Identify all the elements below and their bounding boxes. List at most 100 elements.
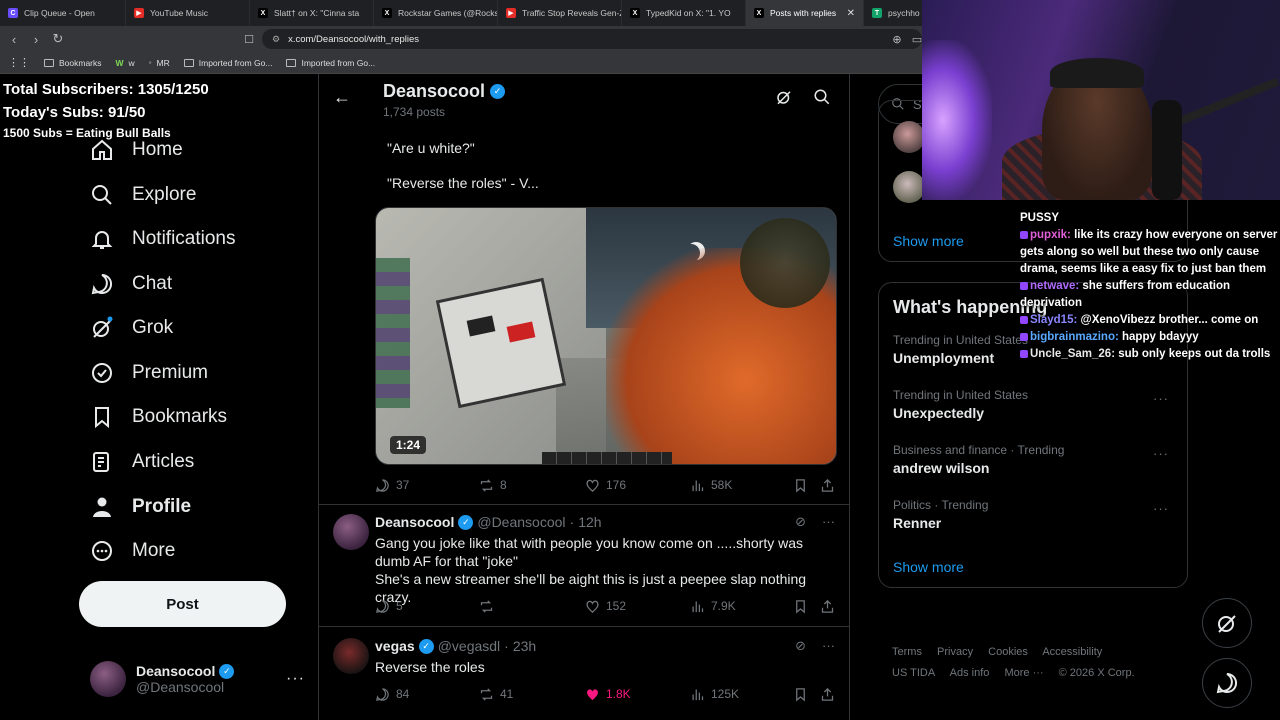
reply-button[interactable]: 37: [375, 478, 409, 493]
more-dots-icon[interactable]: ···: [1153, 391, 1169, 406]
repost-icon: [480, 478, 493, 492]
share-button[interactable]: [820, 599, 835, 614]
tab-rockstar[interactable]: X Rockstar Games (@Rocks: [374, 0, 498, 26]
show-more-link[interactable]: Show more: [893, 559, 964, 575]
views-button[interactable]: 58K: [690, 478, 732, 493]
show-more-link[interactable]: Show more: [893, 233, 964, 249]
views-button[interactable]: 125K: [690, 687, 739, 702]
footer-link[interactable]: Cookies: [988, 646, 1028, 658]
chat-fab-button[interactable]: [1202, 658, 1252, 708]
bookmark-bookmarks[interactable]: Bookmarks: [44, 58, 102, 68]
x-logo-icon: X: [258, 8, 268, 18]
bookmark-w[interactable]: Ww: [116, 58, 135, 68]
tweet-time[interactable]: 12h: [578, 514, 601, 530]
tab-psychho[interactable]: Tpsychho: [864, 0, 924, 26]
nav-bookmarks[interactable]: Bookmarks: [90, 399, 227, 435]
tab-clip-queue[interactable]: C Clip Queue - Open: [0, 0, 126, 26]
nav-premium[interactable]: Premium: [90, 355, 208, 391]
bookmark-mr[interactable]: ◦ MR: [149, 58, 170, 68]
share-button[interactable]: [820, 687, 835, 702]
bookmark-star-icon[interactable]: ☐: [238, 28, 260, 50]
tweet-video[interactable]: 1:24: [375, 207, 837, 465]
nav-notifications[interactable]: Notifications: [90, 221, 236, 257]
share-button[interactable]: [820, 478, 835, 493]
account-handle: @Deansocool: [136, 679, 225, 695]
grok-fab-button[interactable]: [1202, 598, 1252, 648]
repost-button[interactable]: [479, 599, 494, 614]
footer-link[interactable]: Ads info: [950, 667, 990, 679]
more-dots-icon[interactable]: ···: [1153, 501, 1169, 516]
more-dots-icon[interactable]: ···: [822, 514, 835, 530]
footer-link[interactable]: Privacy: [937, 646, 973, 658]
bookmark-imported-2[interactable]: Imported from Go...: [286, 58, 375, 68]
trend-item[interactable]: Politics · Trending Renner: [893, 498, 988, 531]
footer-link[interactable]: Terms: [892, 646, 922, 658]
nav-profile[interactable]: Profile: [90, 489, 191, 525]
sub-badge-icon: [1020, 230, 1028, 239]
tab-posts-with-replies[interactable]: X Posts with replies ✕: [746, 0, 864, 26]
nav-grok[interactable]: Grok: [90, 310, 173, 346]
more-dots-icon[interactable]: ···: [286, 670, 305, 688]
author-handle[interactable]: @Deansocool: [477, 514, 565, 530]
author-name[interactable]: vegas: [375, 638, 415, 654]
avatar[interactable]: [893, 121, 925, 153]
avatar[interactable]: [893, 171, 925, 203]
trend-item[interactable]: Trending in United States Unexpectedly: [893, 388, 1028, 421]
bookmark-button[interactable]: [793, 599, 808, 614]
account-switcher[interactable]: Deansocool ✓ @Deansocool ···: [90, 657, 305, 701]
avatar[interactable]: [333, 514, 369, 550]
forward-arrow-icon[interactable]: ›: [25, 28, 47, 50]
tab-youtube-music[interactable]: ▶ YouTube Music: [126, 0, 250, 26]
trend-item[interactable]: Trending in United States Unemployment: [893, 333, 1028, 366]
tab-slatt[interactable]: X Slatt† on X: "Cinna sta: [250, 0, 374, 26]
grok-icon[interactable]: [775, 88, 793, 106]
subscriber-goal-overlay: Total Subscribers: 1305/1250 Today's Sub…: [3, 78, 209, 142]
trend-item[interactable]: Business and finance · Trending andrew w…: [893, 443, 1064, 476]
bookmark-icon: [796, 478, 805, 492]
footer-link[interactable]: More ···: [1004, 667, 1043, 679]
close-tab-icon[interactable]: ✕: [847, 8, 855, 19]
like-button[interactable]: 1.8K: [585, 687, 631, 702]
tab-traffic-stop[interactable]: ▶ Traffic Stop Reveals Gen-Z: [498, 0, 622, 26]
footer-link[interactable]: Accessibility: [1042, 646, 1102, 658]
zoom-icon[interactable]: ⊕: [886, 28, 908, 50]
nav-articles[interactable]: Articles: [90, 444, 194, 480]
repost-button[interactable]: 41: [479, 687, 513, 702]
repost-icon: [480, 687, 493, 701]
tab-typedkid[interactable]: X TypedKid on X: "1. YO: [622, 0, 746, 26]
post-button[interactable]: Post: [79, 581, 286, 627]
chat-bubble-icon: [1216, 672, 1238, 694]
author-handle[interactable]: @vegasdl: [438, 638, 500, 654]
url-input[interactable]: ⚙ x.com/Deansocool/with_replies: [262, 29, 922, 49]
tweet-time[interactable]: 23h: [513, 638, 536, 654]
nav-more[interactable]: More: [90, 533, 175, 569]
nav-explore[interactable]: Explore: [90, 177, 196, 213]
folder-icon: [44, 58, 54, 67]
bookmark-button[interactable]: [793, 687, 808, 702]
back-arrow-icon[interactable]: ‹: [3, 28, 25, 50]
more-dots-icon[interactable]: ···: [822, 638, 835, 654]
apps-grid-icon[interactable]: ⋮⋮: [8, 56, 30, 69]
like-button[interactable]: 152: [585, 599, 626, 614]
more-dots-icon[interactable]: ···: [1153, 446, 1169, 461]
views-button[interactable]: 7.9K: [690, 599, 736, 614]
footer-link[interactable]: US TIDA: [892, 667, 935, 679]
reload-icon[interactable]: ↻: [47, 28, 69, 50]
back-arrow-icon[interactable]: ←: [333, 87, 351, 108]
nav-chat[interactable]: Chat: [90, 266, 172, 302]
bookmark-imported-1[interactable]: Imported from Go...: [183, 58, 272, 68]
grok-icon[interactable]: ⊘: [795, 514, 806, 530]
bookmark-button[interactable]: [793, 478, 808, 493]
search-icon[interactable]: [813, 88, 831, 106]
tt-icon: T: [872, 8, 882, 18]
chat-message: PUSSY: [1020, 212, 1059, 224]
like-button[interactable]: 176: [585, 478, 626, 493]
grok-icon[interactable]: ⊘: [795, 638, 806, 654]
avatar[interactable]: [333, 638, 369, 674]
reply-button[interactable]: 5: [375, 599, 403, 614]
reply-button[interactable]: 84: [375, 687, 409, 702]
repost-button[interactable]: 8: [479, 478, 507, 493]
bell-icon: [91, 231, 113, 249]
author-name[interactable]: Deansocool: [375, 514, 454, 530]
site-info-icon[interactable]: ⚙: [272, 34, 280, 45]
